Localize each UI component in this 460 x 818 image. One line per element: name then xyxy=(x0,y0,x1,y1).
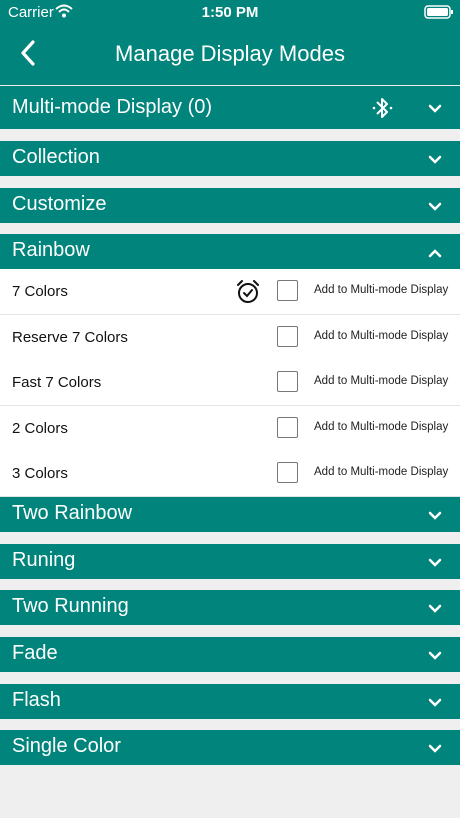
chevron-down-icon xyxy=(428,555,442,573)
add-to-multi-mode-label: Add to Multi-mode Display xyxy=(314,330,449,342)
add-to-multi-mode-checkbox[interactable] xyxy=(277,280,298,301)
chevron-down-icon xyxy=(428,601,442,619)
list-item: 3 Colors Add to Multi-mode Display xyxy=(0,451,460,497)
add-to-multi-mode-checkbox[interactable] xyxy=(277,326,298,347)
mode-name: 7 Colors xyxy=(12,283,68,300)
section-label: Customize xyxy=(12,193,107,215)
alarm-check-icon[interactable] xyxy=(235,279,261,310)
chevron-down-icon xyxy=(428,648,442,666)
add-to-multi-mode-checkbox[interactable] xyxy=(277,417,298,438)
section-label: Runing xyxy=(12,549,76,571)
list-item: 2 Colors Add to Multi-mode Display xyxy=(0,406,460,452)
add-to-multi-mode-label: Add to Multi-mode Display xyxy=(314,466,449,478)
section-two-rainbow[interactable]: Two Rainbow xyxy=(0,497,460,532)
multi-mode-display-header[interactable]: Multi-mode Display (0) xyxy=(0,86,460,129)
section-collection[interactable]: Collection xyxy=(0,141,460,176)
section-label: Collection xyxy=(12,146,100,168)
mode-name: 2 Colors xyxy=(12,420,68,437)
list-item: Fast 7 Colors Add to Multi-mode Display xyxy=(0,360,460,406)
section-label: Fade xyxy=(12,642,58,664)
section-customize[interactable]: Customize xyxy=(0,188,460,223)
chevron-down-icon xyxy=(428,508,442,526)
status-time: 1:50 PM xyxy=(201,4,259,21)
chevron-down-icon xyxy=(428,695,442,713)
chevron-down-icon xyxy=(428,741,442,759)
navigation-bar: Manage Display Modes xyxy=(0,24,460,85)
add-to-multi-mode-label: Add to Multi-mode Display xyxy=(314,284,449,296)
section-label: Single Color xyxy=(12,735,121,757)
chevron-up-icon xyxy=(428,245,442,263)
section-label: Two Rainbow xyxy=(12,502,133,524)
add-to-multi-mode-label: Add to Multi-mode Display xyxy=(314,421,449,433)
section-label: Rainbow xyxy=(12,239,90,261)
list-item: 7 Colors Add to Multi-mode Display xyxy=(0,269,460,315)
list-item: Reserve 7 Colors Add to Multi-mode Displ… xyxy=(0,315,460,361)
section-single-color[interactable]: Single Color xyxy=(0,730,460,765)
section-label: Flash xyxy=(12,689,61,711)
section-runing[interactable]: Runing xyxy=(0,544,460,579)
add-to-multi-mode-label: Add to Multi-mode Display xyxy=(314,375,449,387)
add-to-multi-mode-checkbox[interactable] xyxy=(277,462,298,483)
status-bar: Carrier 1:50 PM xyxy=(0,0,460,24)
section-fade[interactable]: Fade xyxy=(0,637,460,672)
bluetooth-icon[interactable] xyxy=(372,96,394,125)
multi-mode-display-label: Multi-mode Display (0) xyxy=(12,96,213,118)
section-rainbow[interactable]: Rainbow xyxy=(0,234,460,269)
section-flash[interactable]: Flash xyxy=(0,684,460,719)
add-to-multi-mode-checkbox[interactable] xyxy=(277,371,298,392)
battery-icon xyxy=(424,5,454,23)
chevron-down-icon xyxy=(428,152,442,170)
mode-name: Reserve 7 Colors xyxy=(12,329,128,346)
mode-name: 3 Colors xyxy=(12,465,68,482)
section-label: Two Running xyxy=(12,595,129,617)
chevron-down-icon xyxy=(428,101,442,119)
section-two-running[interactable]: Two Running xyxy=(0,590,460,625)
mode-name: Fast 7 Colors xyxy=(12,374,102,391)
chevron-down-icon xyxy=(428,199,442,217)
page-title: Manage Display Modes xyxy=(115,41,345,66)
